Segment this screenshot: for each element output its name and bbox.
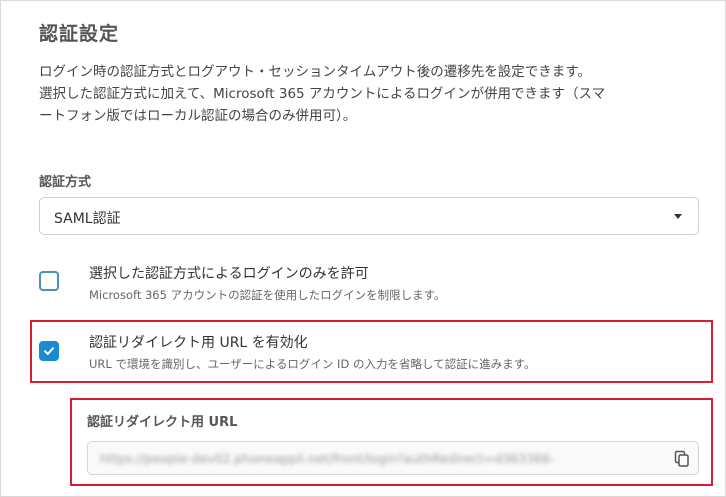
chevron-down-icon: [674, 214, 682, 219]
redirect-url-label: 認証リダイレクト用 URL: [87, 415, 238, 430]
option-description: URL で環境を識別し、ユーザーによるログイン ID の入力を省略して認証に進み…: [89, 357, 536, 371]
settings-panel: 認証設定 ログイン時の認証方式とログアウト・セッションタイムアウト後の遷移先を設…: [0, 0, 726, 497]
option-label: 選択した認証方式によるログインのみを許可: [89, 266, 369, 282]
option-description: Microsoft 365 アカウントの認証を使用したログインを制限します。: [89, 288, 446, 302]
description-line: ログイン時の認証方式とログアウト・セッションタイムアウト後の遷移先を設定できます…: [39, 64, 591, 80]
option-label: 認証リダイレクト用 URL を有効化: [89, 335, 308, 351]
page-title: 認証設定: [39, 23, 120, 45]
redirect-url-field[interactable]: https://people-dev02.phoneappli.net/fron…: [87, 441, 699, 475]
page-description: ログイン時の認証方式とログアウト・セッションタイムアウト後の遷移先を設定できます…: [39, 61, 709, 127]
redirect-url-value: https://people-dev02.phoneappli.net/fron…: [100, 451, 555, 466]
check-icon: [44, 347, 54, 355]
enable-redirect-url-checkbox[interactable]: [39, 341, 59, 361]
auth-method-label: 認証方式: [39, 175, 92, 190]
description-line: 選択した認証方式に加えて、Microsoft 365 アカウントによるログインが…: [39, 86, 606, 102]
copy-icon[interactable]: [674, 450, 690, 468]
auth-method-select[interactable]: SAML認証: [39, 197, 699, 235]
allow-selected-only-checkbox[interactable]: [39, 271, 59, 291]
description-line: ートフォン版ではローカル認証の場合のみ併用可）。: [39, 108, 357, 124]
auth-method-selected-value: SAML認証: [54, 211, 121, 227]
